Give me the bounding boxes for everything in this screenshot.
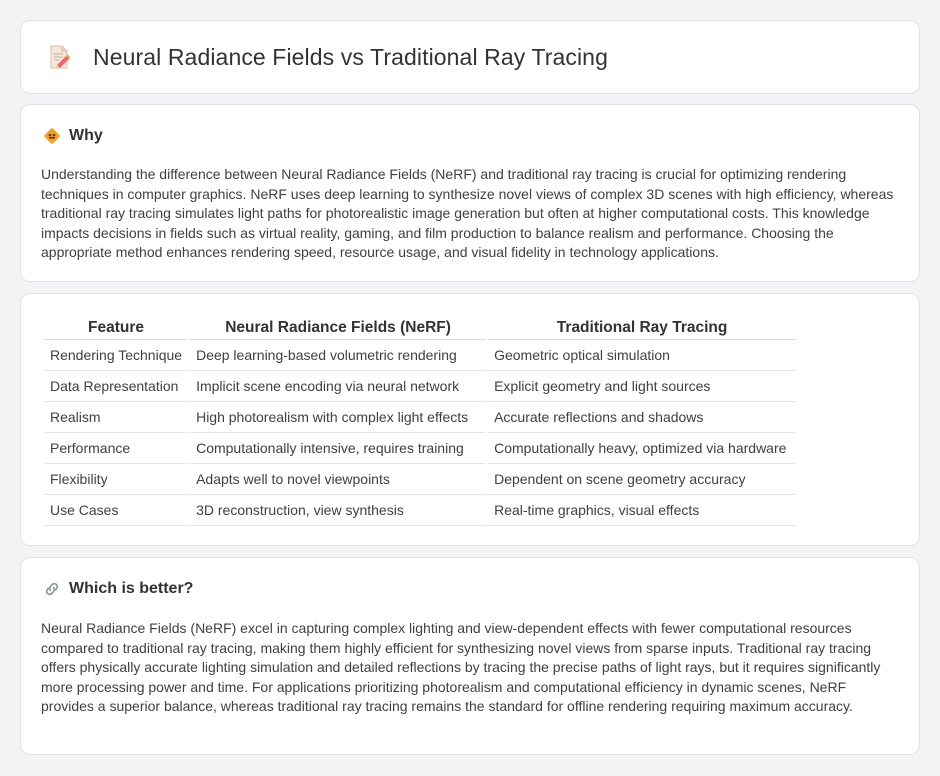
table-cell-nerf: Deep learning-based volumetric rendering xyxy=(190,340,487,371)
table-cell-ray-tracing: Computationally heavy, optimized via har… xyxy=(488,433,797,464)
why-title: Why xyxy=(69,127,103,144)
table-cell-nerf: Computationally intensive, requires trai… xyxy=(190,433,487,464)
table-row: Flexibility Adapts well to novel viewpoi… xyxy=(44,464,797,495)
column-header-feature: Feature xyxy=(44,314,189,340)
table-row: Performance Computationally intensive, r… xyxy=(44,433,797,464)
link-icon xyxy=(45,582,59,596)
header-card: Neural Radiance Fields vs Traditional Ra… xyxy=(20,20,920,94)
table-cell-nerf: 3D reconstruction, view synthesis xyxy=(190,495,487,526)
document-pencil-icon xyxy=(50,45,71,69)
table-cell-ray-tracing: Real-time graphics, visual effects xyxy=(488,495,797,526)
column-header-nerf: Neural Radiance Fields (NeRF) xyxy=(190,314,487,340)
table-cell-nerf: High photorealism with complex light eff… xyxy=(190,402,487,433)
why-section: Why Understanding the difference between… xyxy=(20,104,920,282)
table-cell-nerf: Adapts well to novel viewpoints xyxy=(190,464,487,495)
which-is-better-body: Neural Radiance Fields (NeRF) excel in c… xyxy=(41,620,881,715)
table-row: Data Representation Implicit scene encod… xyxy=(44,371,797,402)
table-header-row: Feature Neural Radiance Fields (NeRF) Tr… xyxy=(44,314,797,340)
table-cell-ray-tracing: Accurate reflections and shadows xyxy=(488,402,797,433)
column-header-ray-tracing: Traditional Ray Tracing xyxy=(488,314,797,340)
table-row: Use Cases 3D reconstruction, view synthe… xyxy=(44,495,797,526)
table-row: Rendering Technique Deep learning-based … xyxy=(44,340,797,371)
table-row: Realism High photorealism with complex l… xyxy=(44,402,797,433)
table-cell-feature: Performance xyxy=(44,433,189,464)
page-title: Neural Radiance Fields vs Traditional Ra… xyxy=(93,43,608,70)
comparison-table: Feature Neural Radiance Fields (NeRF) Tr… xyxy=(42,314,798,526)
table-cell-feature: Realism xyxy=(44,402,189,433)
why-body: Understanding the difference between Neu… xyxy=(41,166,894,261)
table-cell-ray-tracing: Dependent on scene geometry accuracy xyxy=(488,464,797,495)
which-is-better-section: Which is better? Neural Radiance Fields … xyxy=(20,557,920,755)
table-cell-ray-tracing: Explicit geometry and light sources xyxy=(488,371,797,402)
table-cell-feature: Rendering Technique xyxy=(44,340,189,371)
table-cell-feature: Data Representation xyxy=(44,371,189,402)
table-cell-ray-tracing: Geometric optical simulation xyxy=(488,340,797,371)
diamond-sign-icon xyxy=(44,128,60,144)
table-cell-feature: Flexibility xyxy=(44,464,189,495)
table-cell-nerf: Implicit scene encoding via neural netwo… xyxy=(190,371,487,402)
comparison-table-card: Feature Neural Radiance Fields (NeRF) Tr… xyxy=(20,293,920,546)
which-is-better-title: Which is better? xyxy=(69,580,194,597)
table-cell-feature: Use Cases xyxy=(44,495,189,526)
